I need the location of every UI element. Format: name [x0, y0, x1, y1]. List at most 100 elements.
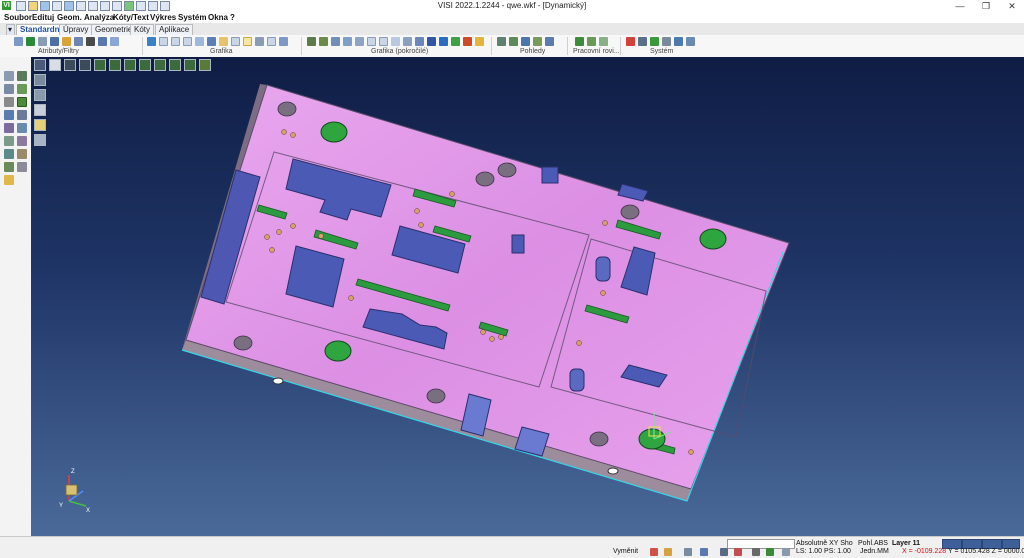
- fog-icon[interactable]: [415, 37, 424, 46]
- outline-icon[interactable]: [267, 37, 276, 46]
- menu-edituj[interactable]: Edituj: [32, 13, 54, 22]
- draft-angle-icon[interactable]: [331, 37, 340, 46]
- tool-highlight-icon[interactable]: [4, 175, 14, 185]
- close-button[interactable]: ✕: [1000, 0, 1024, 12]
- tab-upravy[interactable]: Úpravy: [59, 24, 93, 35]
- tab-koty[interactable]: Kóty: [130, 24, 155, 35]
- menu-analyza[interactable]: Analýza: [84, 13, 114, 22]
- tool-extend-icon[interactable]: [4, 162, 14, 172]
- status-settings-icon[interactable]: [782, 548, 790, 556]
- status-grid-icon[interactable]: [684, 548, 692, 556]
- blue-pocket-12: [595, 256, 611, 282]
- texture-icon[interactable]: [379, 37, 388, 46]
- tool-mirror-icon[interactable]: [4, 123, 14, 133]
- dynamic-shading-icon[interactable]: [243, 37, 252, 46]
- show-icon[interactable]: [98, 37, 107, 46]
- attributes-icon[interactable]: [14, 37, 23, 46]
- shaded-icon[interactable]: [195, 37, 204, 46]
- select-icon[interactable]: [74, 37, 83, 46]
- view-top-icon[interactable]: [521, 37, 530, 46]
- sphere-yellow-icon[interactable]: [475, 37, 484, 46]
- status-tools-icon[interactable]: [752, 548, 760, 556]
- render-icon[interactable]: [219, 37, 228, 46]
- tool-move-icon[interactable]: [4, 84, 14, 94]
- tool-edit-icon[interactable]: [17, 84, 27, 94]
- workplane-icon[interactable]: [575, 37, 584, 46]
- minimize-button[interactable]: —: [948, 0, 972, 12]
- ribbon-separator: [567, 37, 568, 55]
- tool-copy-icon[interactable]: [4, 110, 14, 120]
- cylinder-icon[interactable]: [159, 37, 168, 46]
- hidden-lines-icon[interactable]: [183, 37, 192, 46]
- transparent-icon[interactable]: [231, 37, 240, 46]
- group-icon[interactable]: [110, 37, 119, 46]
- sphere-green-icon[interactable]: [451, 37, 460, 46]
- shadow-icon[interactable]: [427, 37, 436, 46]
- menu-geom[interactable]: Geom.: [57, 13, 82, 22]
- shaded-edges-icon[interactable]: [207, 37, 216, 46]
- view-iso-icon[interactable]: [497, 37, 506, 46]
- thickness-icon[interactable]: [343, 37, 352, 46]
- hide-icon[interactable]: [86, 37, 95, 46]
- status-lock-icon[interactable]: [720, 548, 728, 556]
- refresh-icon[interactable]: [147, 37, 156, 46]
- light-icon[interactable]: [367, 37, 376, 46]
- status-color-icon[interactable]: [734, 548, 742, 556]
- section-icon[interactable]: [255, 37, 264, 46]
- tool-break-icon[interactable]: [17, 162, 27, 172]
- color-icon[interactable]: [50, 37, 59, 46]
- filter-icon[interactable]: [26, 37, 35, 46]
- ribbon-separator: [301, 37, 302, 55]
- status-snap-icon[interactable]: [664, 548, 672, 556]
- tool-measure-icon[interactable]: [17, 71, 27, 81]
- ribbon-separator: [620, 37, 621, 55]
- sphere-blue-icon[interactable]: [439, 37, 448, 46]
- tab-aplikace[interactable]: Aplikace: [155, 24, 194, 35]
- quick-access-dropdown-icon[interactable]: ▾: [6, 24, 15, 35]
- tool-array-icon[interactable]: [4, 149, 14, 159]
- customize-icon[interactable]: [674, 37, 683, 46]
- curvature-icon[interactable]: [319, 37, 328, 46]
- menu-soubor[interactable]: Soubor: [4, 13, 32, 22]
- perspective-icon[interactable]: [403, 37, 412, 46]
- workplane-axis-icon[interactable]: [599, 37, 608, 46]
- tool-trim-icon[interactable]: [17, 149, 27, 159]
- tool-offset-icon[interactable]: [17, 136, 27, 146]
- status-refresh-icon[interactable]: [766, 548, 774, 556]
- view-fit-icon[interactable]: [533, 37, 542, 46]
- sphere-red-icon[interactable]: [463, 37, 472, 46]
- view-rotate-icon[interactable]: [509, 37, 518, 46]
- analysis-icon[interactable]: [307, 37, 316, 46]
- menu-help[interactable]: ?: [230, 13, 235, 22]
- toolbar-icon[interactable]: [686, 37, 695, 46]
- menu-okna[interactable]: Okna: [208, 13, 228, 22]
- view-zoom-icon[interactable]: [545, 37, 554, 46]
- tool-select-icon[interactable]: [4, 71, 14, 81]
- options-icon[interactable]: [650, 37, 659, 46]
- menu-vykres[interactable]: Výkres: [150, 13, 176, 22]
- background-icon[interactable]: [391, 37, 400, 46]
- tool-cut-icon[interactable]: [4, 97, 14, 107]
- material-icon[interactable]: [279, 37, 288, 46]
- palette-icon[interactable]: [626, 37, 635, 46]
- tool-rotate-icon[interactable]: [17, 123, 27, 133]
- layer-icon[interactable]: [38, 37, 47, 46]
- config-icon[interactable]: [662, 37, 671, 46]
- tool-scale-icon[interactable]: [4, 136, 14, 146]
- wireframe-icon[interactable]: [171, 37, 180, 46]
- restore-button[interactable]: ❐: [974, 0, 998, 12]
- status-ortho-icon[interactable]: [700, 548, 708, 556]
- line-style-icon[interactable]: [62, 37, 71, 46]
- tool-paste-icon[interactable]: [17, 110, 27, 120]
- coord-yz: Y = 0105.428 Z = 0000.000: [948, 548, 1024, 555]
- blue-pocket-11: [511, 234, 525, 254]
- settings-icon[interactable]: [638, 37, 647, 46]
- status-red-icon[interactable]: [650, 548, 658, 556]
- workplane-origin-icon[interactable]: [587, 37, 596, 46]
- menu-koty-text[interactable]: Kóty/Text: [113, 13, 149, 22]
- zebra-icon[interactable]: [355, 37, 364, 46]
- tool-check-icon[interactable]: [17, 97, 27, 107]
- menu-system[interactable]: Systém: [178, 13, 206, 22]
- 3d-viewport[interactable]: Y X Z: [31, 57, 1024, 536]
- cad-part-model[interactable]: Y X Z: [31, 57, 1024, 536]
